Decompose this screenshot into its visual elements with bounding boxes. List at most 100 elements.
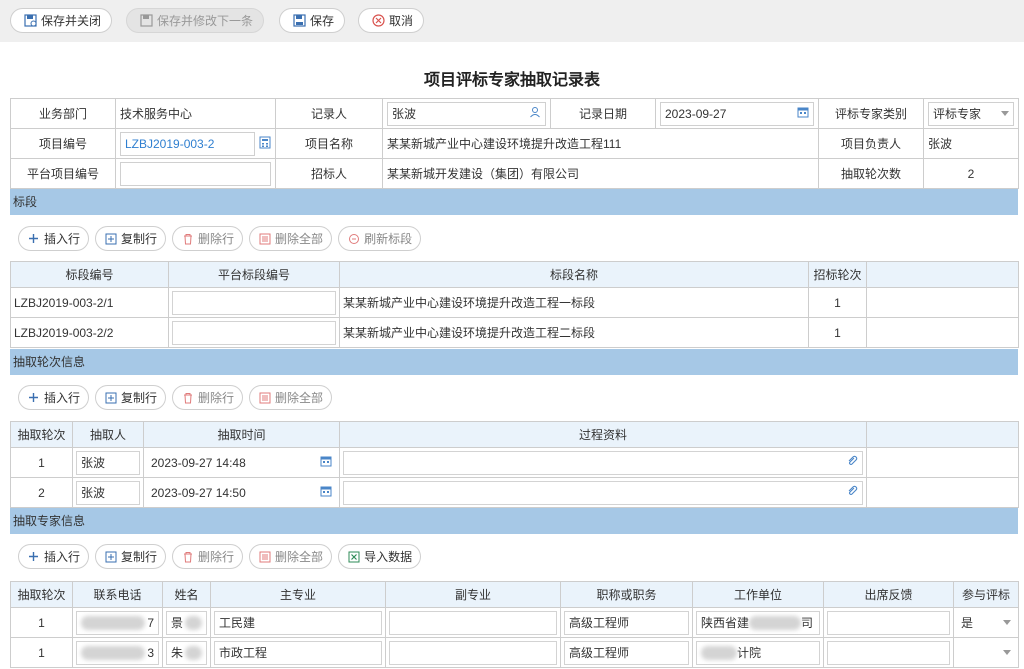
paperclip-icon[interactable] bbox=[846, 455, 858, 470]
expert-phone-input[interactable]: 3 bbox=[76, 640, 159, 665]
recorder-field[interactable]: 张波 bbox=[387, 101, 546, 126]
round-person-input[interactable]: 张波 bbox=[76, 480, 140, 505]
round-time-field[interactable]: 2023-09-27 14:50 bbox=[147, 480, 336, 505]
save-close-icon bbox=[23, 14, 37, 28]
round-person-input[interactable]: 张波 bbox=[76, 450, 140, 475]
import-data-button[interactable]: 导入数据 bbox=[338, 544, 422, 569]
delete-all-icon bbox=[258, 391, 271, 404]
trash-icon bbox=[181, 550, 194, 563]
expert-type-value: 评标专家 bbox=[933, 107, 982, 121]
dept-value: 技术服务中心 bbox=[115, 98, 276, 129]
lot-round: 1 bbox=[808, 287, 867, 318]
delete-row-label: 删除行 bbox=[198, 550, 235, 564]
manager-value: 张波 bbox=[923, 128, 1019, 159]
experts-col-name: 姓名 bbox=[162, 581, 211, 608]
expert-phone-input[interactable]: 7 bbox=[76, 610, 159, 635]
table-row[interactable]: 1 7 景 工民建 高级工程师 陕西省建 司 是 bbox=[10, 607, 1019, 638]
expert-type-select[interactable]: 评标专家 bbox=[928, 101, 1014, 126]
save-and-close-button[interactable]: 保存并关闭 bbox=[10, 8, 113, 33]
lot-platform-input[interactable] bbox=[172, 320, 336, 345]
expert-name-input[interactable]: 朱 bbox=[166, 640, 207, 665]
platform-no-input[interactable] bbox=[120, 161, 271, 186]
redacted-phone bbox=[81, 615, 145, 630]
round-person-value: 张波 bbox=[81, 486, 106, 500]
expert-unit-tail: 司 bbox=[801, 616, 814, 630]
rounds-insert-row-button[interactable]: 插入行 bbox=[18, 385, 90, 410]
expert-phone-cell: 3 bbox=[72, 637, 163, 668]
table-row[interactable]: 1 张波 2023-09-27 14:48 bbox=[10, 447, 1019, 478]
expert-feedback-input[interactable] bbox=[827, 610, 950, 635]
save-next-icon bbox=[139, 14, 153, 28]
table-row[interactable]: LZBJ2019-003-2/2 某某新城产业中心建设环境提升改造工程二标段 1 bbox=[10, 317, 1019, 348]
refresh-lots-button[interactable]: 刷新标段 bbox=[338, 226, 422, 251]
round-material-field[interactable] bbox=[343, 480, 863, 505]
save-button[interactable]: 保存 bbox=[279, 8, 346, 33]
lots-delete-row-button[interactable]: 删除行 bbox=[172, 226, 244, 251]
expert-unit-head: 陕西省建 bbox=[701, 616, 750, 630]
lots-copy-row-button[interactable]: 复制行 bbox=[95, 226, 167, 251]
paperclip-icon[interactable] bbox=[846, 485, 858, 500]
expert-unit-input[interactable]: 计院 bbox=[696, 640, 820, 665]
lots-col-round: 招标轮次 bbox=[808, 261, 867, 288]
trash-icon bbox=[181, 391, 194, 404]
experts-col-minor: 副专业 bbox=[385, 581, 561, 608]
save-and-edit-next-button[interactable]: 保存并修改下一条 bbox=[126, 8, 265, 33]
lots-delete-all-button[interactable]: 删除全部 bbox=[249, 226, 333, 251]
lots-col-empty bbox=[866, 261, 1019, 288]
expert-feedback-input[interactable] bbox=[827, 640, 950, 665]
expert-participate-select[interactable] bbox=[957, 640, 1015, 665]
expert-unit-cell: 计院 bbox=[692, 637, 824, 668]
expert-type-label: 评标专家类别 bbox=[818, 98, 924, 129]
round-person-cell: 张波 bbox=[72, 477, 144, 508]
cancel-button[interactable]: 取消 bbox=[358, 8, 425, 33]
expert-minor-input[interactable] bbox=[389, 610, 557, 635]
plus-icon bbox=[27, 391, 40, 404]
rounds-col-material: 过程资料 bbox=[339, 421, 867, 448]
manager-label: 项目负责人 bbox=[818, 128, 924, 159]
rounds-delete-all-button[interactable]: 删除全部 bbox=[249, 385, 333, 410]
rounds-delete-row-button[interactable]: 删除行 bbox=[172, 385, 244, 410]
lots-insert-row-button[interactable]: 插入行 bbox=[18, 226, 90, 251]
expert-major-input[interactable]: 工民建 bbox=[214, 610, 382, 635]
rounds-col-person: 抽取人 bbox=[72, 421, 144, 448]
cancel-label: 取消 bbox=[389, 14, 414, 28]
table-row[interactable]: LZBJ2019-003-2/1 某某新城产业中心建设环境提升改造工程一标段 1 bbox=[10, 287, 1019, 318]
expert-feedback-cell bbox=[823, 607, 954, 638]
expert-round: 1 bbox=[10, 637, 73, 668]
calculator-icon[interactable] bbox=[259, 136, 271, 152]
recorder-label: 记录人 bbox=[275, 98, 383, 129]
experts-delete-all-button[interactable]: 删除全部 bbox=[249, 544, 333, 569]
experts-delete-row-button[interactable]: 删除行 bbox=[172, 544, 244, 569]
round-material-field[interactable] bbox=[343, 450, 863, 475]
expert-major-input[interactable]: 市政工程 bbox=[214, 640, 382, 665]
expert-participate-select[interactable]: 是 bbox=[957, 610, 1015, 635]
calendar-icon[interactable] bbox=[320, 455, 332, 470]
lot-platform-input[interactable] bbox=[172, 290, 336, 315]
lots-col-platform: 平台标段编号 bbox=[168, 261, 340, 288]
project-no-field[interactable]: LZBJ2019-003-2 bbox=[120, 131, 255, 156]
experts-insert-row-button[interactable]: 插入行 bbox=[18, 544, 90, 569]
expert-title-input[interactable]: 高级工程师 bbox=[564, 640, 689, 665]
experts-copy-row-button[interactable]: 复制行 bbox=[95, 544, 167, 569]
expert-title-input[interactable]: 高级工程师 bbox=[564, 610, 689, 635]
delete-all-label: 删除全部 bbox=[275, 391, 324, 405]
expert-unit-input[interactable]: 陕西省建 司 bbox=[696, 610, 820, 635]
calendar-icon[interactable] bbox=[797, 106, 809, 121]
table-row[interactable]: 1 3 朱 市政工程 高级工程师 计院 bbox=[10, 637, 1019, 668]
rounds-section-header: 抽取轮次信息 bbox=[10, 349, 1018, 375]
record-date-field[interactable]: 2023-09-27 bbox=[660, 101, 814, 126]
table-row[interactable]: 2 张波 2023-09-27 14:50 bbox=[10, 477, 1019, 508]
expert-minor-input[interactable] bbox=[389, 640, 557, 665]
record-date-value: 2023-09-27 bbox=[665, 106, 727, 121]
expert-name-input[interactable]: 景 bbox=[166, 610, 207, 635]
excel-import-icon bbox=[347, 550, 360, 563]
expert-name-cell: 朱 bbox=[162, 637, 211, 668]
lot-platform-cell bbox=[168, 287, 340, 318]
rounds-copy-row-button[interactable]: 复制行 bbox=[95, 385, 167, 410]
user-picker-icon[interactable] bbox=[529, 106, 541, 121]
round-time-field[interactable]: 2023-09-27 14:48 bbox=[147, 450, 336, 475]
redacted-name bbox=[185, 615, 202, 630]
lot-empty bbox=[866, 317, 1019, 348]
calendar-icon[interactable] bbox=[320, 485, 332, 500]
expert-major-cell: 市政工程 bbox=[210, 637, 386, 668]
